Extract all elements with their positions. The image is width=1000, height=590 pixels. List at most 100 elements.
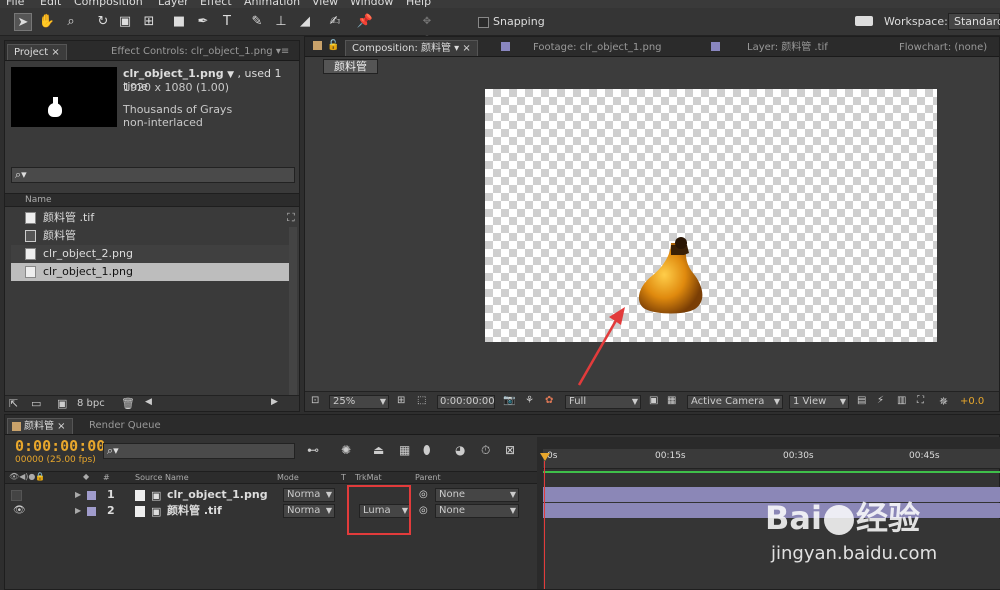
layer-name[interactable]: clr_object_1.png — [167, 487, 268, 503]
flowchart-view-icon[interactable]: ⛶ — [917, 395, 924, 406]
menu-edit[interactable]: Edit — [40, 0, 61, 8]
menu-window[interactable]: Window — [350, 0, 393, 8]
bpc-label[interactable]: 8 bpc — [77, 398, 105, 409]
scroll-right-icon[interactable]: ▶ — [271, 397, 278, 407]
list-item[interactable]: 颜料管 — [11, 227, 289, 245]
show-snapshot-icon[interactable]: ⚘ — [525, 395, 534, 406]
label-column-icon[interactable]: ◆ — [83, 472, 89, 481]
selection-tool-icon[interactable]: ➤ — [14, 13, 32, 31]
comp-mini-flowchart-icon[interactable]: ⊷ — [307, 443, 319, 457]
live-update-icon[interactable]: ✺ — [341, 443, 351, 457]
roto-brush-tool-icon[interactable]: ✍ — [326, 13, 344, 31]
clone-stamp-tool-icon[interactable]: ⊥ — [272, 13, 290, 31]
list-item[interactable]: 颜料管 .tif — [11, 209, 289, 227]
time-ruler[interactable]: 0s 00:15s 00:30s 00:45s — [543, 449, 1000, 469]
expand-arrow-icon[interactable]: ▶ — [75, 503, 81, 519]
motion-blur-icon[interactable]: ◕ — [455, 443, 465, 457]
column-name-header[interactable]: Name — [25, 195, 52, 205]
menu-file[interactable]: File — [6, 0, 24, 8]
parent-dropdown[interactable]: None ▼ — [435, 504, 519, 518]
frame-blending-icon[interactable]: ⬮ — [423, 443, 431, 458]
view-layout-dropdown[interactable]: 1 View ▼ — [789, 395, 849, 409]
menu-layer[interactable]: Layer — [158, 0, 189, 8]
project-scrollbar[interactable] — [289, 227, 297, 395]
zoom-tool-icon[interactable]: ⌕ — [62, 13, 80, 31]
graph-editor-icon[interactable]: ⊠ — [505, 443, 515, 457]
brush-tool-icon[interactable]: ✎ — [248, 13, 266, 31]
tab-project[interactable]: Project × — [7, 44, 67, 60]
expand-arrow-icon[interactable]: ▶ — [75, 487, 81, 503]
layer-row[interactable]: 👁 ▶ 2 ▣ 颜料管 .tif Norma ▼ Luma ▼ ◎ None ▼ — [11, 503, 541, 519]
pickwhip-icon[interactable]: ◎ — [419, 487, 428, 503]
tab-timeline-comp[interactable]: 颜料管 × — [7, 418, 73, 434]
axis-mode-icon[interactable]: ✥ ● ◎ — [418, 13, 436, 63]
tab-render-queue[interactable]: Render Queue — [83, 418, 167, 434]
pan-behind-tool-icon[interactable]: ⊞ — [140, 13, 158, 31]
parent-dropdown[interactable]: None ▼ — [435, 488, 519, 502]
new-composition-icon[interactable]: ▣ — [57, 397, 67, 410]
draft-3d-icon[interactable]: ⏏ — [373, 443, 384, 457]
timeline-search-input[interactable]: ⌕▾ — [103, 443, 295, 459]
camera-dropdown[interactable]: Active Camera ▼ — [687, 395, 783, 409]
menu-help[interactable]: Help — [406, 0, 431, 8]
puppet-pin-tool-icon[interactable]: 📌 — [356, 13, 374, 31]
work-area-bar[interactable] — [543, 437, 1000, 449]
menu-effect[interactable]: Effect — [200, 0, 232, 8]
interpret-footage-icon[interactable]: ⇱ — [9, 397, 18, 410]
toggle-pixel-aspect-icon[interactable]: ▤ — [857, 395, 866, 406]
text-tool-icon[interactable]: T — [218, 13, 236, 31]
eye-icon[interactable]: 👁 — [13, 503, 26, 519]
magnification-dropdown[interactable]: 25% ▼ — [329, 395, 389, 409]
project-search-input[interactable]: ⌕▾ — [11, 167, 295, 183]
channel-icon[interactable]: ✿ — [545, 395, 553, 406]
snapshot-icon[interactable]: 📷 — [503, 395, 515, 406]
mask-visibility-icon[interactable]: ⬚ — [417, 395, 426, 406]
eraser-tool-icon[interactable]: ◢ — [296, 13, 314, 31]
timeline-timecode[interactable]: 0:00:00:00 — [15, 437, 105, 455]
delete-icon[interactable]: 🗑 — [121, 397, 135, 410]
file-info-arrow-icon[interactable]: ▼ — [227, 70, 234, 80]
hide-shy-layers-icon[interactable]: ▦ — [399, 443, 410, 457]
layer-columns-header: 👁◀)●🔒 ◆ # Source Name Mode T TrkMat Pare… — [5, 471, 537, 484]
list-item[interactable]: clr_object_2.png — [11, 245, 289, 263]
blend-mode-dropdown[interactable]: Norma ▼ — [283, 504, 335, 518]
camera-tool-icon[interactable]: ▣ — [116, 13, 134, 31]
resolution-dropdown[interactable]: Full ▼ — [565, 395, 641, 409]
playhead-head[interactable] — [540, 453, 550, 461]
menu-animation[interactable]: Animation — [244, 0, 300, 8]
new-folder-icon[interactable]: ▭ — [31, 397, 41, 410]
current-time-field[interactable]: 0:00:00:00 — [437, 395, 495, 409]
source-name-header[interactable]: Source Name — [135, 473, 189, 482]
safe-zones-icon[interactable]: ⊞ — [397, 395, 405, 406]
scroll-left-icon[interactable]: ◀ — [145, 397, 152, 407]
label-color[interactable] — [87, 491, 96, 500]
hand-tool-icon[interactable]: ✋ — [38, 13, 56, 31]
rotate-tool-icon[interactable]: ↻ — [94, 13, 112, 31]
trkmat-highlight-box — [347, 485, 411, 535]
exposure-reset-icon[interactable]: ✵ — [939, 395, 948, 408]
brainstorm-icon[interactable]: ⏱ — [481, 443, 490, 458]
pen-tool-icon[interactable]: ✒ — [194, 13, 212, 31]
label-color[interactable] — [87, 507, 96, 516]
av-features-icon[interactable]: 👁◀)●🔒 — [9, 472, 45, 481]
menu-composition[interactable]: Composition — [74, 0, 143, 8]
snapping-checkbox[interactable] — [478, 17, 489, 28]
layer-row[interactable]: ▶ 1 ▣ clr_object_1.png Norma ▼ ◎ None ▼ — [11, 487, 541, 503]
blend-mode-dropdown[interactable]: Norma ▼ — [283, 488, 335, 502]
rectangle-tool-icon[interactable]: ■ — [170, 13, 188, 31]
pickwhip-icon[interactable]: ◎ — [419, 503, 428, 519]
region-of-interest-icon[interactable]: ▣ — [649, 395, 658, 406]
list-item-selected[interactable]: clr_object_1.png — [11, 263, 289, 281]
workspace-dropdown[interactable]: Standard — [948, 13, 1000, 30]
video-switch[interactable] — [11, 490, 22, 501]
always-preview-icon[interactable]: ⊡ — [311, 395, 319, 406]
tab-effect-controls[interactable]: Effect Controls: clr_object_1.png ▾≡ — [105, 44, 295, 60]
layer-name[interactable]: 颜料管 .tif — [167, 503, 222, 519]
timeline-icon[interactable]: ▥ — [897, 395, 906, 406]
menu-view[interactable]: View — [312, 0, 338, 8]
exposure-value[interactable]: +0.0 — [960, 396, 984, 407]
fast-previews-icon[interactable]: ⚡ — [877, 395, 884, 406]
playhead-line[interactable] — [544, 461, 545, 589]
transparency-grid-icon[interactable]: ▦ — [667, 395, 676, 406]
workspace-icon[interactable] — [855, 16, 873, 26]
